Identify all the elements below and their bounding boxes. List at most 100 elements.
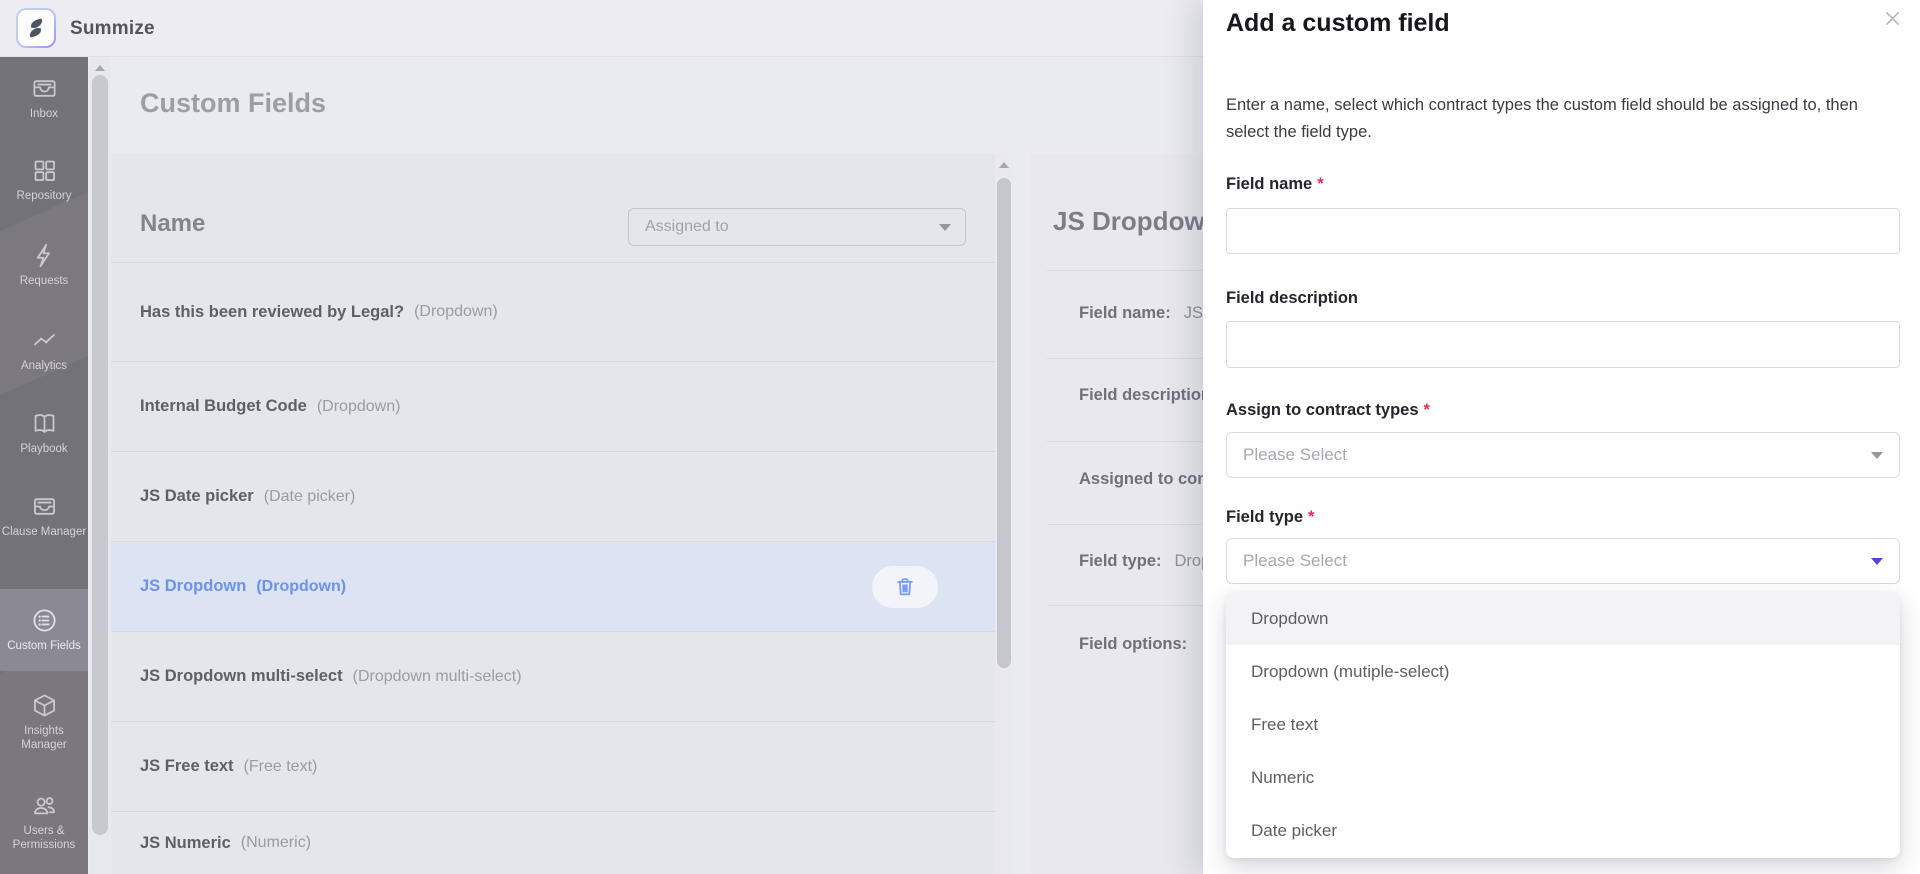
detail-label: Field options:: [1079, 635, 1188, 653]
field-name-text: Has this been reviewed by Legal?: [140, 302, 405, 321]
list-item-js-free-text[interactable]: JS Free text (Free text): [111, 721, 995, 811]
page-title: Custom Fields: [140, 88, 327, 118]
custom-fields-list-panel: Name Assigned to Has this been reviewed …: [111, 154, 995, 874]
sidebar-item-label: Analytics: [20, 360, 68, 372]
summize-logo-mark: [18, 10, 54, 46]
summize-logo[interactable]: [16, 8, 56, 48]
field-type-text: (Free text): [243, 757, 318, 775]
select-placeholder: Please Select: [1243, 445, 1347, 464]
required-asterisk: *: [1317, 175, 1324, 193]
close-drawer-button[interactable]: [1881, 7, 1903, 29]
detail-field-options-row: Field options:: [1079, 635, 1200, 654]
sidebar-item-playbook[interactable]: Playbook: [0, 410, 88, 488]
sidebar-item-label: Users & Permissions: [12, 825, 76, 851]
sidebar-item-label: Repository: [16, 190, 72, 202]
main-scrollbar-thumb[interactable]: [92, 75, 108, 835]
option-numeric[interactable]: Numeric: [1226, 752, 1900, 805]
sidebar-item-custom-fields[interactable]: Custom Fields: [0, 589, 88, 671]
summize-s-icon: [29, 18, 43, 38]
sidebar-item-label: Inbox: [29, 108, 59, 120]
assign-to-contract-types-label: Assign to contract types *: [1226, 401, 1430, 420]
option-dropdown[interactable]: Dropdown: [1226, 592, 1900, 646]
sidebar-item-clause-manager[interactable]: Clause Manager: [0, 493, 88, 585]
assign-to-contract-types-select[interactable]: Please Select: [1226, 432, 1900, 478]
close-icon: [1885, 11, 1899, 25]
field-name-text: JS Dropdown: [140, 577, 247, 595]
required-asterisk: *: [1423, 401, 1430, 419]
field-type-text: (Dropdown): [256, 577, 347, 595]
chevron-down-icon: [1871, 451, 1883, 459]
grid-icon: [34, 160, 55, 181]
field-description-input[interactable]: [1226, 321, 1900, 368]
field-type-dropdown-panel: Dropdown Dropdown (mutiple-select) Free …: [1226, 592, 1900, 858]
sidebar-item-analytics[interactable]: Analytics: [0, 327, 88, 405]
option-date-picker[interactable]: Date picker: [1226, 805, 1900, 858]
assigned-to-filter-select[interactable]: Assigned to: [628, 208, 966, 246]
list-item-js-numeric[interactable]: JS Numeric (Numeric): [111, 811, 995, 874]
detail-label: Field name:: [1079, 304, 1171, 322]
sidebar-item-label: Clause Manager: [1, 526, 87, 538]
field-name-text: JS Dropdown multi-select: [140, 667, 343, 685]
list-item-js-dropdown-selected[interactable]: JS Dropdown (Dropdown): [111, 541, 995, 631]
list-item-internal-budget-code[interactable]: Internal Budget Code (Dropdown): [111, 361, 995, 451]
field-type-text: (Numeric): [240, 834, 312, 851]
field-type-label: Field type *: [1226, 508, 1314, 527]
detail-title: JS Dropdown: [1053, 206, 1221, 236]
delete-field-button[interactable]: [872, 565, 938, 608]
list-item-js-date-picker[interactable]: JS Date picker (Date picker): [111, 451, 995, 541]
field-type-select[interactable]: Please Select: [1226, 538, 1900, 584]
field-name-text: Internal Budget Code: [140, 397, 307, 415]
field-name-input[interactable]: [1226, 208, 1900, 254]
list-circle-icon: [32, 609, 56, 632]
inbox-icon: [32, 80, 56, 97]
field-type-text: (Dropdown): [316, 397, 401, 415]
trash-icon: [897, 577, 913, 595]
field-name-text: JS Date picker: [140, 487, 254, 505]
drawer-icon: [33, 498, 55, 515]
required-asterisk: *: [1308, 508, 1315, 526]
field-type-text: (Date picker): [263, 487, 356, 505]
sidebar-item-label: Insights Manager: [21, 725, 67, 751]
users-icon: [33, 797, 55, 815]
list-scrollbar[interactable]: [995, 154, 1013, 874]
scrollbar-up-arrow-icon[interactable]: [999, 162, 1009, 168]
main-scrollbar[interactable]: [90, 57, 110, 874]
sidebar-item-label: Custom Fields: [7, 640, 81, 652]
field-description-label: Field description: [1226, 289, 1358, 308]
chart-line-icon: [33, 333, 55, 346]
sidebar-item-insights-manager[interactable]: Insights Manager: [0, 692, 88, 784]
brand-name: Summize: [70, 17, 155, 39]
add-custom-field-drawer: Add a custom field Enter a name, select …: [1203, 0, 1920, 874]
assigned-to-placeholder: Assigned to: [645, 218, 729, 235]
select-placeholder: Please Select: [1243, 551, 1347, 570]
sidebar-item-requests[interactable]: Requests: [0, 242, 88, 320]
list-item-has-this-been-reviewed[interactable]: Has this been reviewed by Legal? (Dropdo…: [111, 262, 995, 361]
name-column-header: Name: [140, 210, 206, 237]
sidebar-item-label: Playbook: [20, 443, 68, 455]
scrollbar-up-arrow-icon[interactable]: [95, 65, 105, 71]
option-free-text[interactable]: Free text: [1226, 698, 1900, 751]
label-text: Field name: [1226, 175, 1313, 193]
chevron-down-icon-active: [1871, 557, 1883, 565]
field-name-label: Field name *: [1226, 175, 1324, 194]
sidebar-item-inbox[interactable]: Inbox: [0, 75, 88, 153]
chevron-down-icon: [939, 223, 951, 231]
sidebar: Inbox Repository Requests Analytics Play…: [0, 57, 88, 874]
detail-label: Field description:: [1079, 386, 1217, 404]
label-text: Assign to contract types: [1226, 401, 1419, 419]
detail-label: Field type:: [1079, 552, 1162, 570]
list-scrollbar-thumb[interactable]: [997, 178, 1011, 668]
drawer-title: Add a custom field: [1226, 9, 1450, 37]
field-name-text: JS Numeric: [140, 833, 231, 852]
drawer-description: Enter a name, select which contract type…: [1226, 96, 1858, 141]
list-item-js-dropdown-multi-select[interactable]: JS Dropdown multi-select (Dropdown multi…: [111, 631, 995, 721]
field-type-text: (Dropdown multi-select): [352, 667, 522, 685]
book-icon: [34, 414, 54, 433]
sidebar-item-users-permissions[interactable]: Users & Permissions: [0, 792, 88, 874]
label-text: Field description: [1226, 289, 1359, 307]
option-dropdown-multiple-select[interactable]: Dropdown (mutiple-select): [1226, 645, 1900, 698]
bolt-icon: [36, 243, 50, 268]
sidebar-item-repository[interactable]: Repository: [0, 157, 88, 235]
sidebar-item-label: Requests: [19, 275, 69, 287]
cube-icon: [33, 694, 55, 717]
